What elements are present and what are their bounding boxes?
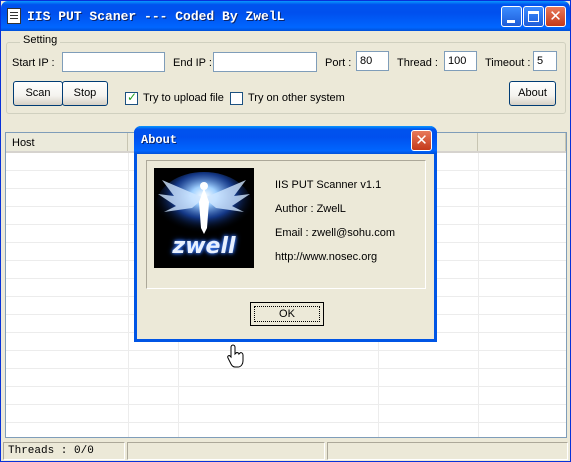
start-ip-label: Start IP : <box>12 57 55 69</box>
thread-input[interactable]: 100 <box>444 51 477 71</box>
end-ip-label: End IP : <box>173 57 212 69</box>
close-button[interactable]: ✕ <box>545 6 566 27</box>
column-header-4[interactable] <box>478 133 566 151</box>
about-author: Author : ZwelL <box>275 203 346 215</box>
setting-group-label: Setting <box>20 34 61 46</box>
status-panel-3 <box>327 442 568 460</box>
grid-line <box>6 386 566 387</box>
main-window: IIS PUT Scaner --- Coded By ZwelL ✕ Sett… <box>0 0 571 462</box>
other-system-checkbox[interactable] <box>230 92 243 105</box>
about-dialog: About ✕ zwell IIS PUT Scanner v1.1 Autho… <box>134 126 437 342</box>
maximize-button[interactable] <box>523 6 544 27</box>
status-panel-2 <box>127 442 325 460</box>
hand-cursor-icon <box>227 344 244 368</box>
title-bar[interactable]: IIS PUT Scaner --- Coded By ZwelL ✕ <box>1 1 570 31</box>
about-dialog-title-bar[interactable]: About ✕ <box>134 126 437 154</box>
thread-label: Thread : <box>397 57 438 69</box>
timeout-input[interactable]: 5 <box>533 51 557 71</box>
maximize-icon <box>528 11 539 22</box>
upload-checkbox-label: Try to upload file <box>143 92 224 104</box>
zwell-logo: zwell <box>154 168 254 268</box>
logo-text: zwell <box>172 234 236 259</box>
minimize-icon <box>507 20 515 23</box>
status-bar: Threads : 0/0 <box>1 441 570 461</box>
grid-line <box>6 350 566 351</box>
about-button[interactable]: About <box>509 81 556 106</box>
upload-checkbox[interactable] <box>125 90 138 105</box>
timeout-label: Timeout : <box>485 57 531 69</box>
ok-button[interactable]: OK <box>250 302 324 326</box>
close-icon: ✕ <box>549 7 562 25</box>
end-ip-input[interactable] <box>213 52 317 72</box>
grid-line <box>6 368 566 369</box>
other-system-checkbox-label: Try on other system <box>248 92 345 104</box>
about-email: Email : zwell@sohu.com <box>275 227 395 239</box>
status-threads: Threads : 0/0 <box>3 442 125 460</box>
about-info-frame: zwell IIS PUT Scanner v1.1 Author : Zwel… <box>146 160 426 289</box>
about-website: http://www.nosec.org <box>275 251 378 263</box>
app-icon <box>7 8 21 24</box>
about-close-button[interactable]: ✕ <box>411 130 432 151</box>
start-ip-input[interactable] <box>62 52 165 72</box>
close-icon: ✕ <box>415 131 428 149</box>
about-version: IIS PUT Scanner v1.1 <box>275 179 382 191</box>
minimize-button[interactable] <box>501 6 522 27</box>
about-dialog-title: About <box>141 133 178 147</box>
grid-line <box>6 422 566 423</box>
window-title: IIS PUT Scaner --- Coded By ZwelL <box>27 9 285 24</box>
port-label: Port : <box>325 57 352 69</box>
grid-line <box>6 404 566 405</box>
port-input[interactable]: 80 <box>356 51 389 71</box>
scan-button[interactable]: Scan <box>13 81 63 106</box>
column-header-host[interactable]: Host <box>6 133 128 151</box>
stop-button[interactable]: Stop <box>62 81 108 106</box>
